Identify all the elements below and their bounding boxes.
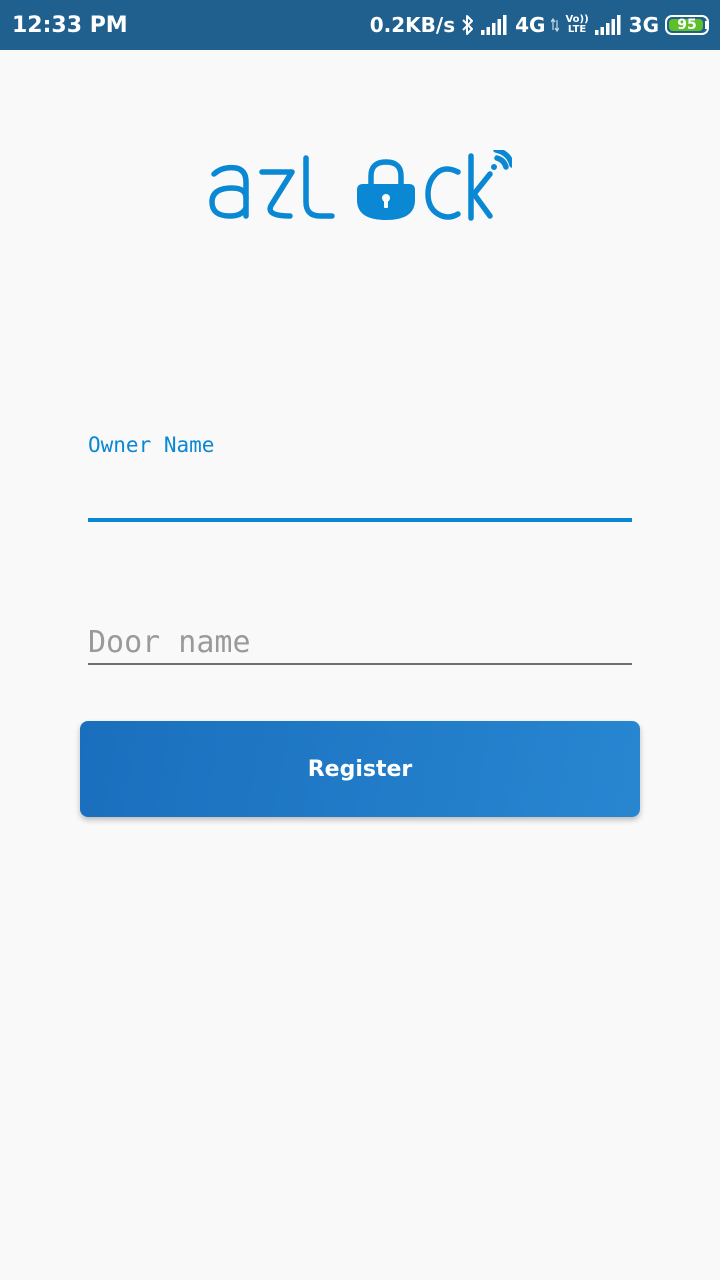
register-button[interactable]: Register <box>80 721 640 817</box>
status-bar: 12:33 PM 0.2KB/s 4G Vo)) LTE 3G 95 <box>0 0 720 50</box>
signal-icon <box>481 15 509 35</box>
owner-name-field: Owner Name <box>88 433 632 525</box>
status-time: 12:33 PM <box>12 12 128 38</box>
door-name-underline <box>88 663 632 665</box>
owner-name-underline <box>88 518 632 522</box>
volte-bottom: LTE <box>567 24 587 35</box>
battery-icon: 95 <box>665 15 709 35</box>
door-name-field <box>88 620 632 666</box>
status-icons: 0.2KB/s 4G Vo)) LTE 3G 95 <box>369 13 709 37</box>
network-type-2: 3G <box>628 13 659 37</box>
azlock-logo <box>209 150 512 221</box>
net-speed: 0.2KB/s <box>369 13 456 37</box>
signal-icon <box>594 15 623 35</box>
owner-name-label: Owner Name <box>88 433 215 457</box>
owner-name-input[interactable] <box>88 473 632 515</box>
door-name-input[interactable] <box>88 620 632 664</box>
data-arrows-icon <box>551 18 560 32</box>
volte-icon: Vo)) LTE <box>565 15 588 35</box>
battery-body: 95 <box>665 15 709 35</box>
network-type-1: 4G <box>515 13 546 37</box>
battery-level: 95 <box>677 17 697 33</box>
bluetooth-icon <box>461 14 475 36</box>
